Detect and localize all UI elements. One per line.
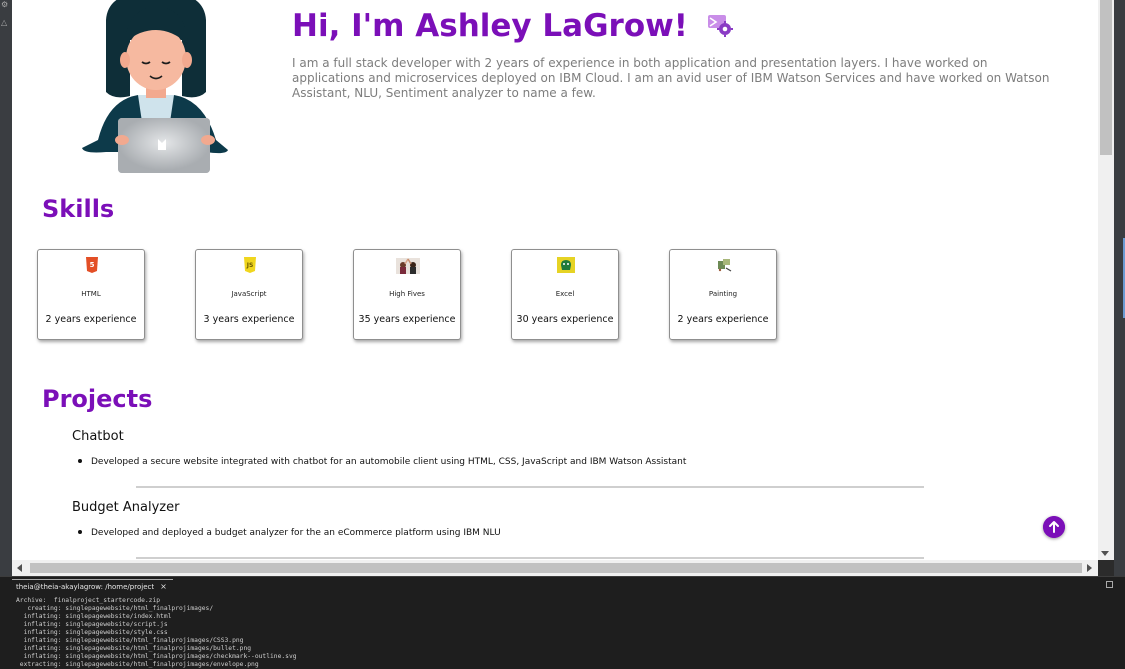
terminal-tab[interactable]: theia@theia-akaylagrow: /home/project × [12, 579, 173, 594]
skill-experience: 3 years experience [203, 314, 295, 325]
terminal-tab-label: theia@theia-akaylagrow: /home/project [16, 583, 155, 591]
envelope-gear-icon [707, 14, 733, 37]
terminal-output[interactable]: Archive: finalproject_startercode.zip cr… [16, 597, 297, 669]
skill-card-javascript: JS JavaScript 3 years experience [195, 249, 303, 340]
gutter-icon[interactable]: △ [1, 18, 10, 27]
skill-name: Excel [555, 290, 575, 298]
terminal-line: inflating: singlepagewebsite/html_finalp… [16, 637, 244, 644]
excel-icon [557, 257, 575, 273]
project-divider [136, 486, 924, 488]
hero-title-text: Hi, I'm Ashley LaGrow! [292, 8, 688, 44]
skill-card-html: 5 HTML 2 years experience [37, 249, 145, 340]
project-bullet-text: Developed and deployed a budget analyzer… [91, 528, 501, 538]
terminal-panel: theia@theia-akaylagrow: /home/project × A… [0, 576, 1125, 669]
skill-name: Painting [708, 290, 738, 298]
terminal-line: creating: singlepagewebsite/html_finalpr… [16, 605, 214, 612]
vertical-scrollbar-thumb[interactable] [1100, 0, 1112, 155]
terminal-line: Archive: finalproject_startercode.zip [16, 597, 161, 604]
scroll-left-arrow-icon[interactable] [17, 564, 22, 572]
skill-experience: 30 years experience [516, 314, 614, 325]
gutter-icon[interactable]: ⚙ [1, 0, 10, 9]
scroll-to-top-button[interactable] [1043, 516, 1065, 538]
skill-experience: 2 years experience [45, 314, 137, 325]
skills-heading: Skills [42, 195, 115, 223]
terminal-line: inflating: singlepagewebsite/style.css [16, 629, 168, 636]
svg-text:JS: JS [246, 262, 254, 269]
html5-icon: 5 [86, 257, 98, 273]
project-bullet: Developed a secure website integrated wi… [78, 457, 686, 467]
project-bullet-text: Developed a secure website integrated wi… [91, 457, 687, 467]
vertical-scrollbar[interactable] [1098, 0, 1114, 560]
high-fives-icon [396, 258, 420, 274]
terminal-line: inflating: singlepagewebsite/script.js [16, 621, 168, 628]
close-icon[interactable]: × [160, 582, 167, 591]
project-divider [136, 557, 924, 559]
terminal-line: inflating: singlepagewebsite/html_finalp… [16, 645, 252, 652]
website-preview: Hi, I'm Ashley LaGrow! I am a full stack… [12, 0, 1098, 560]
terminal-line: inflating: singlepagewebsite/html_finalp… [16, 653, 297, 660]
projects-heading: Projects [42, 385, 153, 413]
ide-left-gutter: ⚙ △ [0, 0, 12, 576]
horizontal-scrollbar-thumb[interactable] [30, 563, 1082, 573]
horizontal-scrollbar[interactable] [12, 560, 1098, 576]
hero-title: Hi, I'm Ashley LaGrow! [292, 8, 733, 44]
scroll-down-arrow-icon[interactable] [1101, 551, 1109, 556]
ide-right-strip [1114, 0, 1125, 576]
project-bullet: Developed and deployed a budget analyzer… [78, 528, 501, 538]
skill-name: High Fives [389, 290, 425, 298]
svg-text:5: 5 [90, 261, 95, 269]
skill-card-excel: Excel 30 years experience [511, 249, 619, 340]
skill-experience: 2 years experience [677, 314, 769, 325]
terminal-line: inflating: singlepagewebsite/index.html [16, 613, 172, 620]
skill-name: JavaScript [231, 290, 267, 298]
skill-experience: 35 years experience [358, 314, 456, 325]
skill-card-painting: Painting 2 years experience [669, 249, 777, 340]
skill-card-high-fives: High Fives 35 years experience [353, 249, 461, 340]
bullet-icon [78, 529, 82, 534]
project-title-chatbot: Chatbot [72, 429, 124, 444]
scroll-right-arrow-icon[interactable] [1087, 564, 1092, 572]
terminal-line: extracting: singlepagewebsite/html_final… [16, 661, 259, 668]
bullet-icon [78, 458, 82, 463]
maximize-panel-icon[interactable] [1106, 581, 1113, 588]
project-title-budget-analyzer: Budget Analyzer [72, 500, 180, 515]
hero-description: I am a full stack developer with 2 years… [292, 56, 1050, 100]
javascript-icon: JS [244, 257, 256, 273]
skill-name: HTML [81, 290, 101, 298]
painting-icon [718, 259, 732, 272]
developer-avatar-illustration [82, 0, 228, 173]
